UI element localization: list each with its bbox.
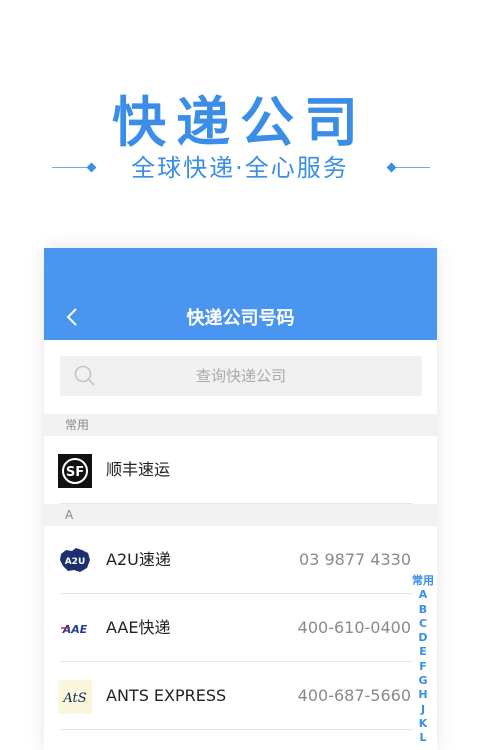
promo-subtitle-row: 全球快递·全心服务 [0, 150, 480, 186]
company-name: A2U速递 [106, 550, 171, 569]
list-item-a2u[interactable]: A2U A2U速递 03 9877 4330 [44, 526, 437, 594]
index-item-g[interactable]: G [418, 674, 427, 688]
search-placeholder: 查询快递公司 [195, 367, 286, 385]
company-phone: 400-687-5660 [297, 686, 411, 705]
alphabet-index-bar: 常用 A B C D E F G H J K L [409, 574, 437, 746]
index-item-d[interactable]: D [418, 631, 427, 645]
section-header-common: 常用 [44, 414, 437, 436]
nav-bar: 快递公司号码 [44, 248, 437, 340]
company-name: AAE快递 [106, 618, 171, 637]
svg-text:A2U: A2U [65, 557, 86, 567]
promo-subtitle: 全球快递·全心服务 [131, 154, 349, 182]
row-divider [60, 729, 413, 730]
list-item-sf[interactable]: SF 顺丰速运 [44, 436, 437, 504]
phone-screen: 快递公司号码 查询快递公司 常用 SF 顺丰速运 A A2U A2U速递 03 … [44, 248, 437, 750]
list-item-aae[interactable]: AAE AAE快递 400-610-0400 [44, 594, 437, 662]
index-item-common[interactable]: 常用 [412, 574, 434, 588]
svg-text:AtS: AtS [62, 691, 86, 706]
search-area: 查询快递公司 [44, 340, 437, 414]
company-phone: 03 9877 4330 [299, 550, 411, 569]
promo-title: 快递公司 [112, 91, 368, 154]
company-name: 顺丰速运 [106, 460, 171, 479]
aae-logo-icon: AAE [61, 623, 88, 636]
search-input[interactable]: 查询快递公司 [60, 356, 422, 396]
index-item-a[interactable]: A [419, 588, 428, 602]
index-item-c[interactable]: C [419, 617, 427, 631]
svg-text:AAE: AAE [62, 623, 88, 636]
svg-text:SF: SF [66, 465, 84, 480]
index-item-k[interactable]: K [419, 717, 428, 731]
index-item-f[interactable]: F [419, 660, 427, 674]
index-item-h[interactable]: H [418, 688, 427, 702]
company-name: ANTS EXPRESS [106, 686, 227, 705]
section-header-a: A [44, 504, 437, 526]
ats-logo-icon: AtS [58, 680, 92, 714]
sf-logo-icon: SF [58, 454, 92, 488]
nav-title: 快递公司号码 [186, 308, 295, 329]
a2u-logo-icon: A2U [60, 548, 90, 572]
index-item-e[interactable]: E [419, 645, 427, 659]
index-item-b[interactable]: B [419, 603, 427, 617]
list-item-ants-express[interactable]: AtS ANTS EXPRESS 400-687-5660 [44, 662, 437, 730]
company-phone: 400-610-0400 [297, 618, 411, 637]
decorative-line-right [396, 167, 430, 168]
index-item-j[interactable]: J [421, 703, 425, 717]
index-item-l[interactable]: L [419, 731, 426, 745]
